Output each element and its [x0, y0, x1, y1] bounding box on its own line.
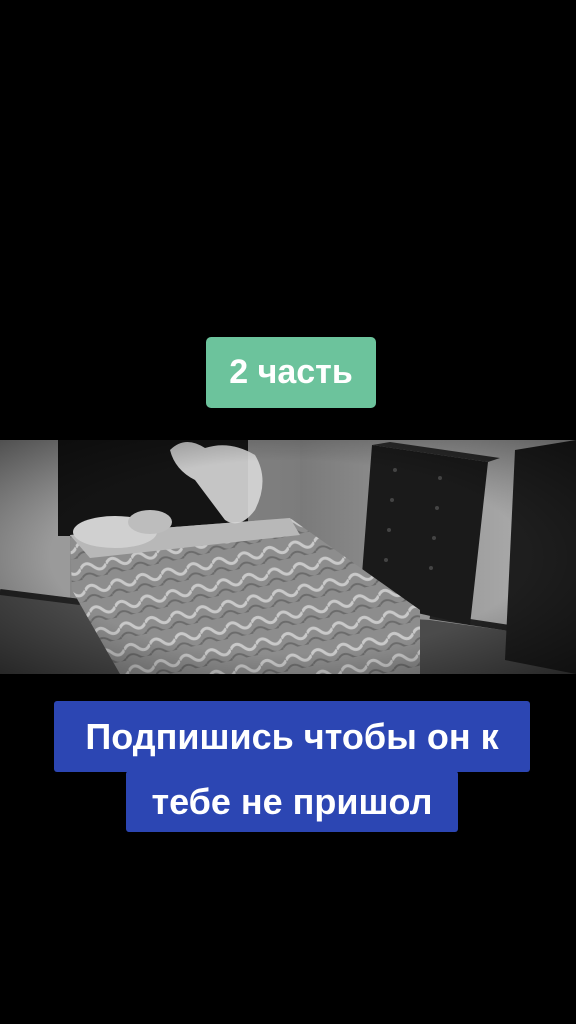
- part-label: 2 часть: [229, 353, 353, 391]
- night-vision-bedroom-scene: [0, 440, 576, 674]
- caption-line-2-text: тебе не пришол: [151, 780, 433, 822]
- caption-line-1: Подпишись чтобы он к: [54, 701, 530, 772]
- caption-line-1-text: Подпишись чтобы он к: [85, 715, 499, 757]
- video-frame: [0, 440, 576, 674]
- caption-line-2: тебе не пришол: [126, 771, 458, 832]
- part-label-badge: 2 часть: [206, 337, 376, 408]
